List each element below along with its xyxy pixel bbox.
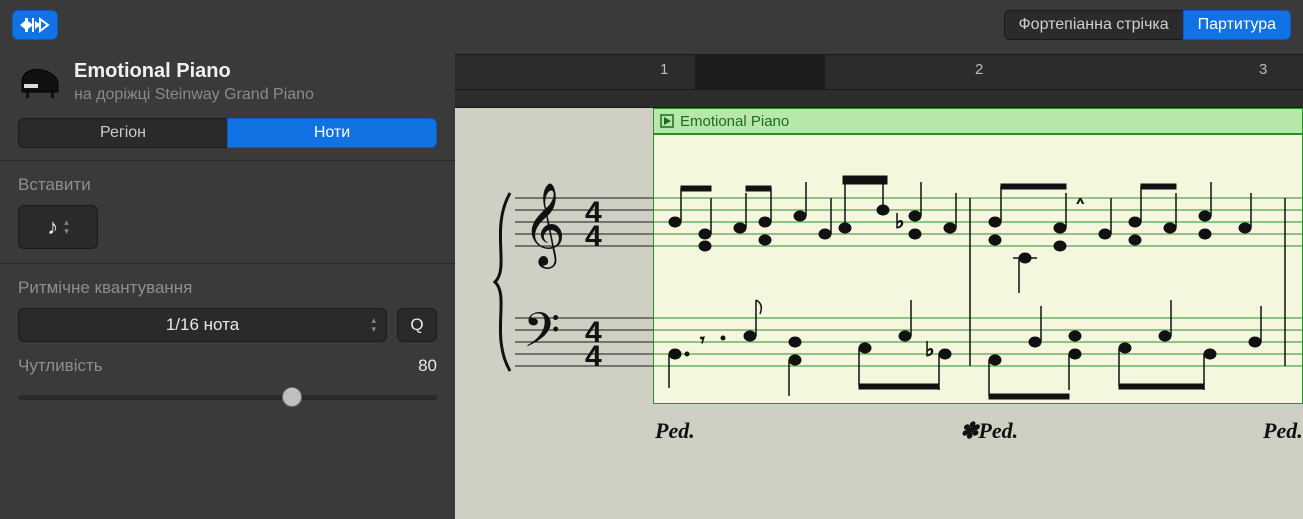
- quantize-value-text: 1/16 нота: [166, 315, 239, 335]
- region-track: на доріжці Steinway Grand Piano: [74, 86, 314, 104]
- score-paper[interactable]: Emotional Piano: [455, 108, 1303, 519]
- view-mode-tabs: Фортепіанна стрічка Партитура: [1004, 10, 1292, 40]
- svg-text:4: 4: [585, 340, 602, 373]
- brace-icon: [495, 193, 510, 371]
- svg-text:4: 4: [585, 220, 602, 253]
- inspector-mode-tabs: Регіон Ноти: [0, 118, 455, 160]
- inspector-panel: Emotional Piano на доріжці Steinway Gran…: [0, 0, 455, 519]
- pedal-mark: Ped.: [1263, 418, 1303, 444]
- insert-label: Вставити: [18, 175, 437, 195]
- tab-score[interactable]: Партитура: [1183, 10, 1291, 40]
- quantize-value-select[interactable]: 1/16 нота ▴▾: [18, 308, 387, 342]
- stepper-icon: ▴▾: [64, 218, 69, 236]
- region-header: Emotional Piano на доріжці Steinway Gran…: [0, 54, 455, 118]
- quantize-label: Ритмічне квантування: [18, 278, 437, 298]
- insert-section: Вставити ♪ ▴▾: [0, 160, 455, 263]
- cycle-bar[interactable]: [455, 90, 1303, 108]
- score-region-header[interactable]: Emotional Piano: [653, 108, 1303, 134]
- region-name: Emotional Piano: [74, 60, 314, 83]
- slider-track: [18, 395, 437, 400]
- tab-notes[interactable]: Ноти: [227, 118, 437, 148]
- quantize-section: Ритмічне квантування 1/16 нота ▴▾ Q Чутл…: [0, 263, 455, 422]
- ruler-bar-number: 2: [975, 61, 983, 78]
- catch-playhead-button[interactable]: [12, 10, 58, 40]
- svg-text:𝄾: 𝄾: [700, 330, 705, 350]
- editor-toolbar: Фортепіанна стрічка Партитура: [0, 0, 1303, 50]
- loop-play-icon: [660, 114, 674, 128]
- sensitivity-value: 80: [418, 356, 437, 376]
- svg-text:♭: ♭: [895, 211, 904, 233]
- svg-text:^: ^: [1077, 195, 1084, 211]
- bar-ruler[interactable]: 1 2 3: [455, 54, 1303, 90]
- stepper-icon: ▴▾: [371, 316, 376, 334]
- pedal-mark: Ped.: [655, 418, 695, 444]
- ruler-bar-number: 1: [660, 61, 668, 78]
- pedal-mark: ✽Ped.: [960, 418, 1018, 444]
- grand-piano-icon: [18, 64, 62, 100]
- sensitivity-slider[interactable]: [18, 386, 437, 408]
- slider-thumb[interactable]: [282, 387, 302, 407]
- catch-playhead-icon: [20, 15, 50, 35]
- insert-note-value-select[interactable]: ♪ ▴▾: [18, 205, 98, 249]
- eighth-note-icon: ♪: [47, 216, 58, 238]
- score-editor: 1 2 3 Emotional Piano: [455, 0, 1303, 519]
- score-region-name: Emotional Piano: [680, 113, 789, 130]
- treble-clef-icon: 𝄞: [523, 183, 566, 269]
- quantize-apply-button[interactable]: Q: [397, 308, 437, 342]
- ruler-bar-number: 3: [1259, 61, 1267, 78]
- svg-text:♭: ♭: [925, 339, 934, 361]
- grand-staff: 𝄞 𝄢 4 4 4 4: [465, 138, 1303, 438]
- sensitivity-label: Чутливість: [18, 356, 103, 376]
- bass-clef-icon: 𝄢: [523, 304, 560, 369]
- tab-region[interactable]: Регіон: [18, 118, 227, 148]
- tab-piano-roll[interactable]: Фортепіанна стрічка: [1004, 10, 1183, 40]
